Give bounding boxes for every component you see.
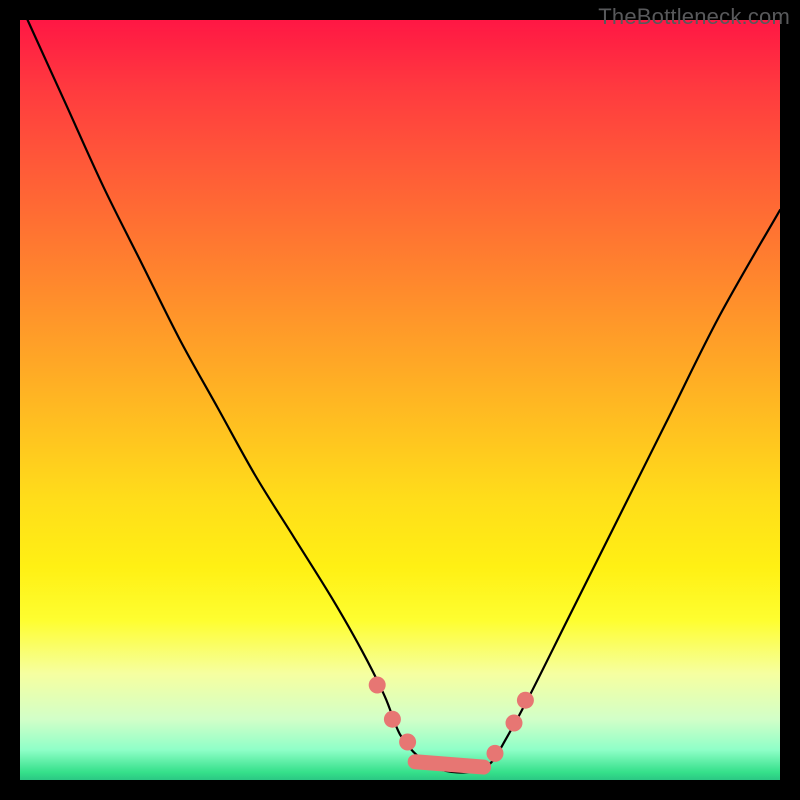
plot-area bbox=[20, 20, 780, 780]
curve-marker bbox=[399, 734, 416, 751]
bottleneck-curve bbox=[28, 20, 780, 773]
marker-group bbox=[369, 677, 534, 768]
chart-frame: TheBottleneck.com bbox=[0, 0, 800, 800]
curve-marker bbox=[506, 715, 523, 732]
curve-marker bbox=[369, 677, 386, 694]
curve-marker bbox=[517, 692, 534, 709]
valley-highlight bbox=[415, 762, 483, 767]
curve-svg bbox=[20, 20, 780, 780]
watermark-text: TheBottleneck.com bbox=[598, 4, 790, 30]
curve-marker bbox=[487, 745, 504, 762]
curve-marker bbox=[384, 711, 401, 728]
